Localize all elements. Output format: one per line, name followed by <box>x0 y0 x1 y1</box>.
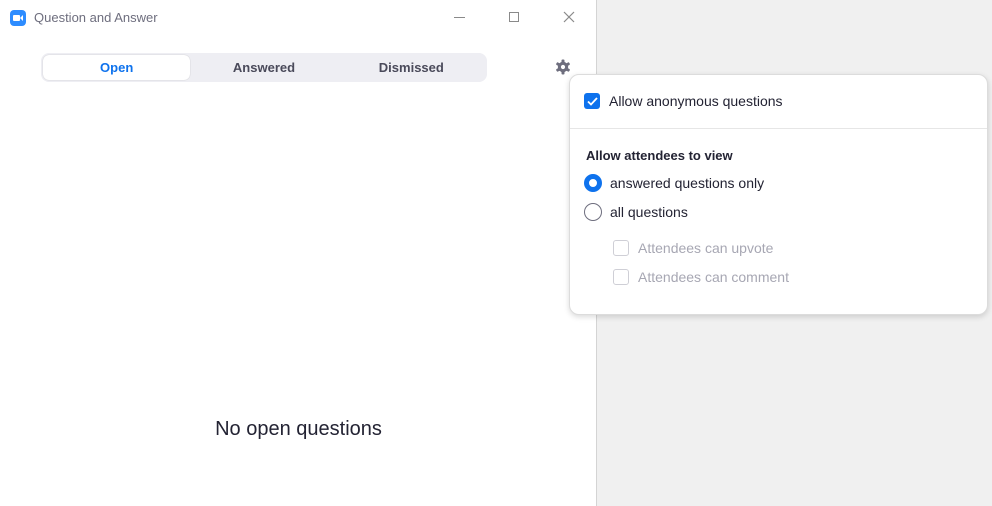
close-icon <box>563 11 575 23</box>
view-option-answered[interactable]: answered questions only <box>584 174 764 192</box>
allow-anonymous-label: Allow anonymous questions <box>609 93 783 109</box>
view-option-all[interactable]: all questions <box>584 203 688 221</box>
comment-checkbox <box>613 269 629 285</box>
view-section-title: Allow attendees to view <box>586 148 733 163</box>
tab-open[interactable]: Open <box>43 55 191 80</box>
upvote-checkbox <box>613 240 629 256</box>
checkmark-icon <box>586 96 598 106</box>
upvote-option: Attendees can upvote <box>613 240 773 256</box>
settings-popover: Allow anonymous questions Allow attendee… <box>569 74 988 315</box>
maximize-button[interactable] <box>499 4 529 30</box>
all-questions-label: all questions <box>610 204 688 220</box>
gear-icon[interactable] <box>555 59 571 75</box>
comment-label: Attendees can comment <box>638 269 789 285</box>
answered-only-radio[interactable] <box>584 174 602 192</box>
empty-state-message: No open questions <box>215 418 382 440</box>
allow-anonymous-option[interactable]: Allow anonymous questions <box>584 93 783 109</box>
title-bar: Question and Answer <box>0 0 597 34</box>
minimize-button[interactable] <box>444 4 474 30</box>
allow-anonymous-checkbox[interactable] <box>584 93 600 109</box>
qa-tabs: Open Answered Dismissed <box>41 53 487 82</box>
popover-divider <box>570 128 987 129</box>
zoom-logo-icon <box>10 10 26 26</box>
window-title: Question and Answer <box>34 10 158 25</box>
all-questions-radio[interactable] <box>584 203 602 221</box>
comment-option: Attendees can comment <box>613 269 789 285</box>
tab-dismissed[interactable]: Dismissed <box>338 55 485 80</box>
close-button[interactable] <box>554 4 584 30</box>
answered-only-label: answered questions only <box>610 175 765 191</box>
qa-window: Question and Answer Open Answered Dismis… <box>0 0 597 506</box>
tab-answered[interactable]: Answered <box>190 55 337 80</box>
upvote-label: Attendees can upvote <box>638 240 774 256</box>
